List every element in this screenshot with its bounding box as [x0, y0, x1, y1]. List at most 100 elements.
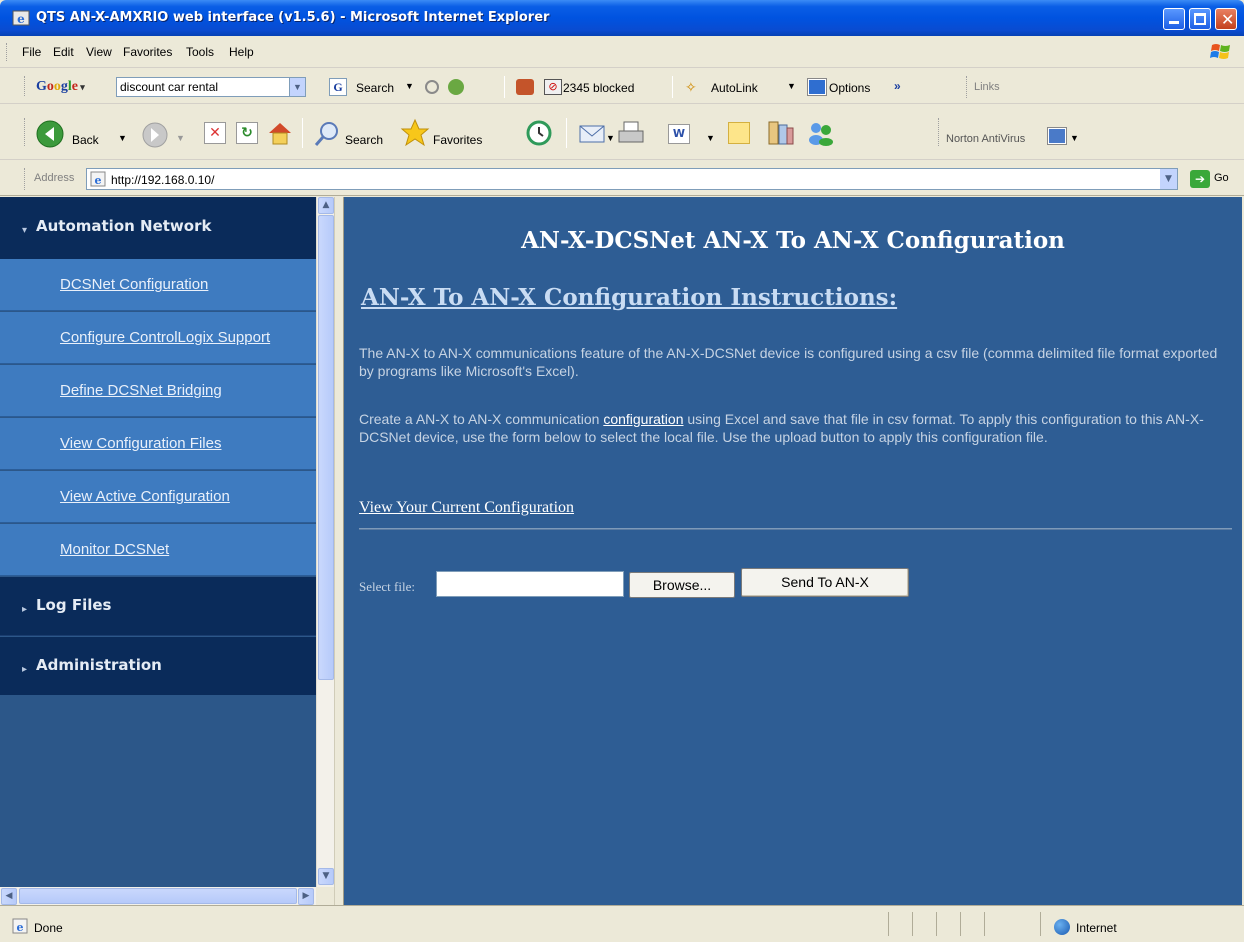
scroll-up-icon[interactable]: ▲ — [318, 197, 334, 214]
sidebar-item-label[interactable]: View Configuration Files — [60, 435, 221, 452]
sidebar-item-dcsnet-configuration[interactable]: DCSNet Configuration — [0, 259, 316, 311]
address-url: http://192.168.0.10/ — [111, 173, 215, 187]
sidebar-section-administration[interactable]: ▸ Administration — [0, 637, 316, 695]
chevron-down-icon[interactable]: ▼ — [787, 81, 796, 91]
page-title: AN-X-DCSNet AN-X To AN-X Configuration — [521, 227, 1065, 254]
sidebar-horizontal-scrollbar[interactable]: ◀ ▶ — [0, 887, 316, 905]
search-button-label[interactable]: Search — [345, 133, 383, 147]
back-label[interactable]: Back — [72, 133, 99, 147]
sidebar-item-view-config-files[interactable]: View Configuration Files — [0, 418, 316, 470]
address-label: Address — [34, 172, 75, 184]
browse-button[interactable]: Browse... — [629, 572, 735, 598]
go-arrow-icon[interactable]: ➔ — [1190, 170, 1210, 188]
sidebar-item-view-active-config[interactable]: View Active Configuration — [0, 471, 316, 523]
standard-toolbar: Back ▼ ▼ ✕ ↻ Search Favorites ▼ W ▼ Nort… — [0, 104, 1244, 160]
scroll-left-icon[interactable]: ◀ — [1, 888, 17, 905]
toolbar-grip — [938, 118, 939, 146]
chevron-down-icon[interactable]: ▼ — [289, 78, 305, 96]
sidebar-item-monitor-dcsnet[interactable]: Monitor DCSNet — [0, 524, 316, 576]
scroll-thumb[interactable] — [19, 888, 297, 904]
menu-file[interactable]: File — [22, 45, 41, 59]
security-zone-label: Internet — [1076, 921, 1117, 935]
menu-tools[interactable]: Tools — [186, 45, 214, 59]
menu-favorites[interactable]: Favorites — [123, 45, 172, 59]
chevron-down-icon[interactable]: ▼ — [1070, 133, 1079, 143]
forward-button[interactable] — [140, 120, 170, 153]
sidebar-vertical-scrollbar[interactable]: ▲ ▼ — [316, 197, 334, 887]
options-button[interactable]: Options — [829, 81, 870, 95]
print-icon[interactable] — [616, 120, 646, 148]
blocked-count[interactable]: 2345 blocked — [563, 81, 634, 95]
scroll-corner — [316, 887, 334, 905]
toolbar-grip — [24, 168, 25, 190]
mail-icon[interactable] — [578, 122, 606, 146]
section-label: Administration — [36, 656, 162, 674]
configuration-link[interactable]: configuration — [603, 411, 683, 427]
scroll-down-icon[interactable]: ▼ — [318, 868, 334, 885]
back-arrow-icon — [36, 120, 64, 148]
home-icon[interactable] — [266, 119, 294, 147]
sidebar-item-configure-controllogix[interactable]: Configure ControlLogix Support — [0, 312, 316, 364]
scroll-right-icon[interactable]: ▶ — [298, 888, 314, 905]
favorites-star-icon[interactable] — [400, 118, 430, 148]
sidebar-section-log-files[interactable]: ▸ Log Files — [0, 577, 316, 636]
chevron-down-icon[interactable]: ▼ — [706, 133, 715, 143]
minimize-button[interactable] — [1163, 8, 1185, 30]
instructions-heading[interactable]: AN-X To AN-X Configuration Instructions: — [361, 284, 897, 311]
more-chevron-icon[interactable]: » — [894, 79, 901, 93]
back-button[interactable] — [34, 118, 68, 152]
address-input[interactable]: e http://192.168.0.10/ ▼ — [86, 168, 1178, 190]
close-button[interactable]: ✕ — [1215, 8, 1237, 30]
search-icon[interactable] — [313, 120, 341, 148]
frame-splitter[interactable] — [334, 197, 344, 905]
menu-edit[interactable]: Edit — [53, 45, 74, 59]
go-button[interactable]: Go — [1214, 172, 1229, 184]
menu-help[interactable]: Help — [229, 45, 254, 59]
history-icon[interactable] — [526, 120, 552, 146]
links-label[interactable]: Links — [974, 81, 1000, 93]
sidebar-item-define-bridging[interactable]: Define DCSNet Bridging — [0, 365, 316, 417]
toolbar-grip — [966, 76, 967, 98]
chevron-down-icon: ▾ — [22, 225, 28, 236]
research-icon[interactable] — [766, 119, 796, 147]
sidebar-item-label[interactable]: Monitor DCSNet — [60, 541, 169, 558]
note-icon[interactable] — [728, 122, 750, 144]
chevron-down-icon[interactable]: ▼ — [606, 133, 615, 143]
google-search-button[interactable]: Search — [356, 81, 394, 95]
chevron-right-icon: ▸ — [22, 604, 28, 615]
separator — [504, 76, 505, 98]
sidebar-item-label[interactable]: DCSNet Configuration — [60, 276, 208, 293]
sidebar-item-label[interactable]: Define DCSNet Bridging — [60, 382, 222, 399]
norton-antivirus-label[interactable]: Norton AntiVirus — [946, 133, 1025, 145]
chevron-down-icon[interactable]: ▼ — [118, 133, 127, 143]
send-to-anx-button[interactable]: Send To AN-X — [741, 568, 909, 597]
page-rank-icon[interactable] — [425, 80, 439, 94]
chevron-down-icon[interactable]: ▼ — [1160, 169, 1177, 189]
pagerank-leaf-icon[interactable] — [448, 79, 464, 95]
favorites-button-label[interactable]: Favorites — [433, 133, 482, 147]
refresh-icon[interactable]: ↻ — [236, 122, 258, 144]
instructions-paragraph-1: The AN-X to AN-X communications feature … — [359, 345, 1218, 379]
autolink-button[interactable]: AutoLink — [711, 81, 758, 95]
chevron-down-icon[interactable]: ▼ — [405, 81, 414, 91]
word-edit-icon[interactable]: W — [668, 124, 690, 144]
ie-logo-icon: e — [12, 10, 30, 26]
sidebar-item-label[interactable]: Configure ControlLogix Support — [60, 329, 270, 346]
menu-view[interactable]: View — [86, 45, 112, 59]
norton-icon[interactable] — [1048, 128, 1066, 144]
google-logo[interactable]: Google ▾ — [36, 79, 85, 95]
sidebar-section-automation-network[interactable]: ▾ Automation Network — [0, 197, 316, 259]
scroll-thumb[interactable] — [318, 215, 334, 680]
google-g-icon[interactable]: G — [329, 78, 347, 96]
view-current-configuration-link[interactable]: View Your Current Configuration — [359, 499, 574, 517]
page-ie-icon: e — [90, 171, 106, 187]
messenger-icon[interactable] — [806, 119, 836, 147]
toolbar-grip — [24, 76, 25, 96]
sidebar-item-label[interactable]: View Active Configuration — [60, 488, 230, 505]
maximize-button[interactable] — [1189, 8, 1211, 30]
file-path-input[interactable] — [436, 571, 624, 597]
stop-icon[interactable]: ✕ — [204, 122, 226, 144]
google-search-input[interactable]: discount car rental ▼ — [116, 77, 306, 97]
popup-blocker-icon[interactable] — [516, 79, 534, 95]
status-cell — [912, 912, 913, 936]
